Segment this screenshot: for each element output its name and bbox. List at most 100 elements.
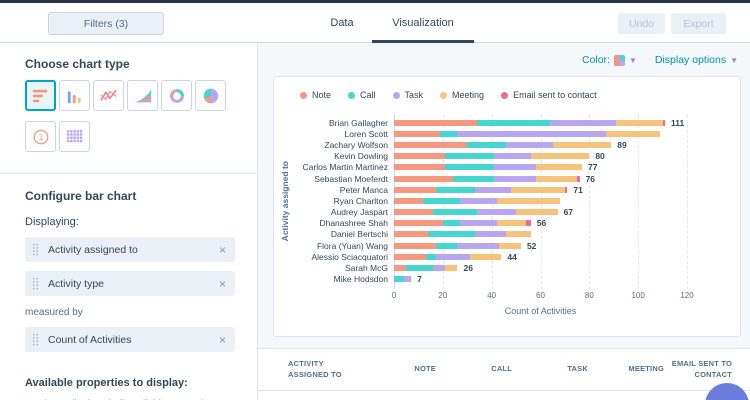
bar-segment-task[interactable] <box>459 220 497 227</box>
stacked-bar[interactable] <box>394 197 687 204</box>
stacked-bar[interactable] <box>394 231 687 238</box>
chart-type-table[interactable] <box>59 121 90 152</box>
bar-segment-meeting[interactable] <box>469 253 502 260</box>
bar-segment-note[interactable] <box>394 265 407 272</box>
dimension-pill-1[interactable]: Activity type × <box>25 271 235 296</box>
table-header-task[interactable]: TASK <box>512 364 588 374</box>
bar-segment-task[interactable] <box>474 186 512 193</box>
bar-segment-task[interactable] <box>494 164 536 171</box>
bar-segment-meeting[interactable] <box>616 119 663 126</box>
stacked-bar[interactable]: 7 <box>394 274 687 284</box>
bar-segment-call[interactable] <box>435 242 458 249</box>
chart-type-pie[interactable] <box>195 80 226 111</box>
bar-segment-note[interactable] <box>394 197 424 204</box>
bar-segment-meeting[interactable] <box>552 141 612 148</box>
table-header-email-sent-to-contact[interactable]: EMAIL SENT TO CONTACT <box>664 359 732 379</box>
legend-item[interactable]: Meeting <box>440 90 484 100</box>
stacked-bar[interactable]: 80 <box>394 151 687 161</box>
bar-segment-task[interactable] <box>477 209 517 216</box>
bar-segment-meeting[interactable] <box>506 231 531 238</box>
bar-segment-call[interactable] <box>445 164 495 171</box>
dimension-pill-0[interactable]: Activity assigned to × <box>25 237 235 262</box>
stacked-bar[interactable]: 44 <box>394 252 687 262</box>
chart-type-line[interactable] <box>93 80 124 111</box>
bar-segment-task[interactable] <box>459 197 497 204</box>
bar-segment-meeting[interactable] <box>606 130 661 137</box>
bar-segment-email-sent-to-contact[interactable] <box>564 186 568 193</box>
table-header-activity-assigned-to[interactable]: ACTIVITY ASSIGNED TO <box>288 359 360 379</box>
bar-segment-call[interactable] <box>452 175 495 182</box>
remove-icon[interactable]: × <box>219 334 226 346</box>
bar-segment-email-sent-to-contact[interactable] <box>662 119 666 126</box>
bar-segment-note[interactable] <box>394 209 434 216</box>
legend-item[interactable]: Email sent to contact <box>501 90 597 100</box>
bar-segment-call[interactable] <box>477 119 551 126</box>
bar-segment-call[interactable] <box>440 130 458 137</box>
bar-segment-task[interactable] <box>435 253 470 260</box>
chart-type-horizontal-bar[interactable] <box>25 80 56 111</box>
stacked-bar[interactable]: 52 <box>394 241 687 251</box>
bar-segment-meeting[interactable] <box>530 153 590 160</box>
legend-item[interactable]: Note <box>300 90 331 100</box>
tab-visualization[interactable]: Visualization <box>372 3 474 43</box>
bar-segment-meeting[interactable] <box>498 242 521 249</box>
bar-segment-call[interactable] <box>433 209 477 216</box>
stacked-bar[interactable]: 111 <box>394 118 687 128</box>
filters-button[interactable]: Filters (3) <box>48 12 164 35</box>
export-button[interactable]: Export <box>671 13 726 34</box>
table-header-meeting[interactable]: MEETING <box>588 364 664 374</box>
bar-segment-task[interactable] <box>433 265 446 272</box>
color-dropdown[interactable]: Color: ▼ <box>582 54 637 66</box>
drag-handle-icon[interactable] <box>32 333 39 346</box>
stacked-bar[interactable] <box>394 130 687 137</box>
stacked-bar[interactable]: 77 <box>394 162 687 172</box>
bar-segment-call[interactable] <box>445 153 495 160</box>
bar-segment-email-sent-to-contact[interactable] <box>525 220 531 227</box>
stacked-bar[interactable]: 26 <box>394 263 687 273</box>
bar-segment-call[interactable] <box>442 220 460 227</box>
bar-segment-call[interactable] <box>423 197 460 204</box>
bar-segment-meeting[interactable] <box>496 197 561 204</box>
undo-button[interactable]: Undo <box>618 13 665 34</box>
bar-segment-note[interactable] <box>394 175 453 182</box>
tab-data[interactable]: Data <box>312 3 372 43</box>
bar-segment-task[interactable] <box>494 153 531 160</box>
bar-segment-note[interactable] <box>394 231 429 238</box>
bar-segment-task[interactable] <box>457 242 499 249</box>
bar-segment-task[interactable] <box>494 175 536 182</box>
stacked-bar[interactable]: 71 <box>394 185 687 195</box>
display-options-dropdown[interactable]: Display options ▼ <box>655 54 738 66</box>
bar-segment-note[interactable] <box>394 186 436 193</box>
legend-item[interactable]: Call <box>348 90 376 100</box>
bar-segment-meeting[interactable] <box>535 175 578 182</box>
stacked-bar[interactable]: 67 <box>394 207 687 217</box>
bar-segment-task[interactable] <box>550 119 617 126</box>
bar-segment-call[interactable] <box>467 141 507 148</box>
bar-segment-note[interactable] <box>394 153 446 160</box>
bar-segment-note[interactable] <box>394 130 441 137</box>
bar-segment-note[interactable] <box>394 253 426 260</box>
bar-segment-meeting[interactable] <box>535 164 582 171</box>
bar-segment-call[interactable] <box>406 265 434 272</box>
bar-segment-meeting[interactable] <box>445 265 458 272</box>
legend-item[interactable]: Task <box>392 90 423 100</box>
drag-handle-icon[interactable] <box>32 243 39 256</box>
bar-segment-email-sent-to-contact[interactable] <box>577 175 580 182</box>
bar-segment-task[interactable] <box>506 141 553 148</box>
measure-pill-0[interactable]: Count of Activities × <box>25 327 235 352</box>
bar-segment-note[interactable] <box>394 164 446 171</box>
bar-segment-note[interactable] <box>394 141 468 148</box>
remove-icon[interactable]: × <box>219 278 226 290</box>
drag-handle-icon[interactable] <box>32 277 39 290</box>
chart-type-summary[interactable]: 1 <box>25 121 56 152</box>
bar-segment-task[interactable] <box>474 231 507 238</box>
bar-segment-call[interactable] <box>425 253 436 260</box>
remove-icon[interactable]: × <box>219 244 226 256</box>
bar-segment-meeting[interactable] <box>511 186 565 193</box>
bar-segment-meeting[interactable] <box>496 220 526 227</box>
stacked-bar[interactable]: 56 <box>394 218 687 228</box>
bar-segment-note[interactable] <box>394 242 436 249</box>
bar-segment-call[interactable] <box>428 231 475 238</box>
bar-segment-task[interactable] <box>403 276 412 283</box>
table-header-call[interactable]: CALL <box>436 364 512 374</box>
